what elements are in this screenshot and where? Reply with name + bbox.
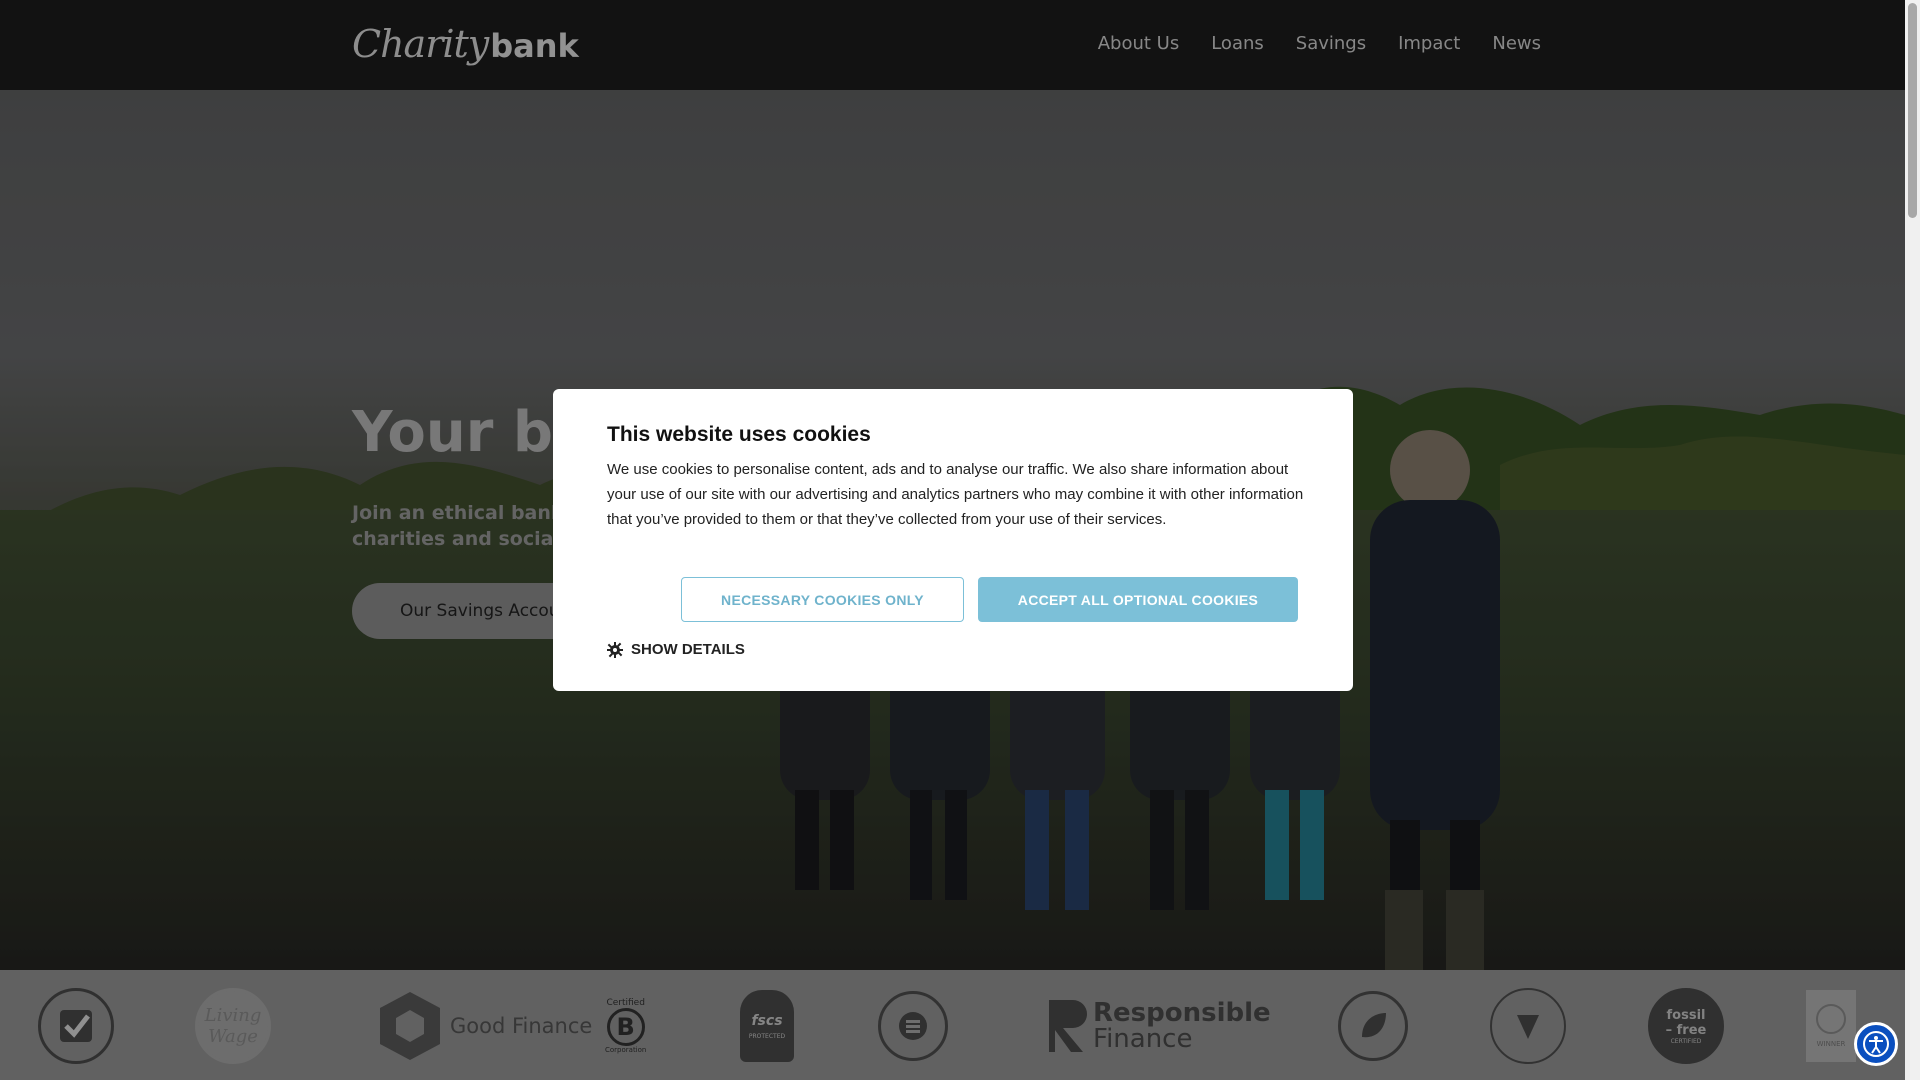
accessibility-button[interactable] — [1854, 1022, 1898, 1066]
cookie-consent-dialog: This website uses cookies We use cookies… — [553, 389, 1353, 691]
page-scrollbar[interactable] — [1905, 0, 1920, 1080]
scrollbar-thumb[interactable] — [1908, 3, 1917, 218]
accept-all-optional-cookies-button[interactable]: ACCEPT ALL OPTIONAL COOKIES — [978, 577, 1298, 622]
cookie-dialog-title: This website uses cookies — [607, 423, 871, 446]
show-details-label: SHOW DETAILS — [631, 641, 745, 658]
show-details-toggle[interactable]: SHOW DETAILS — [607, 641, 745, 658]
cookie-dialog-body: We use cookies to personalise content, a… — [607, 461, 1304, 528]
accessibility-icon — [1863, 1031, 1889, 1057]
cookie-dialog-buttons: NECESSARY COOKIES ONLY ACCEPT ALL OPTION… — [681, 577, 1298, 622]
necessary-cookies-only-button[interactable]: NECESSARY COOKIES ONLY — [681, 577, 964, 622]
gear-icon — [607, 641, 623, 658]
